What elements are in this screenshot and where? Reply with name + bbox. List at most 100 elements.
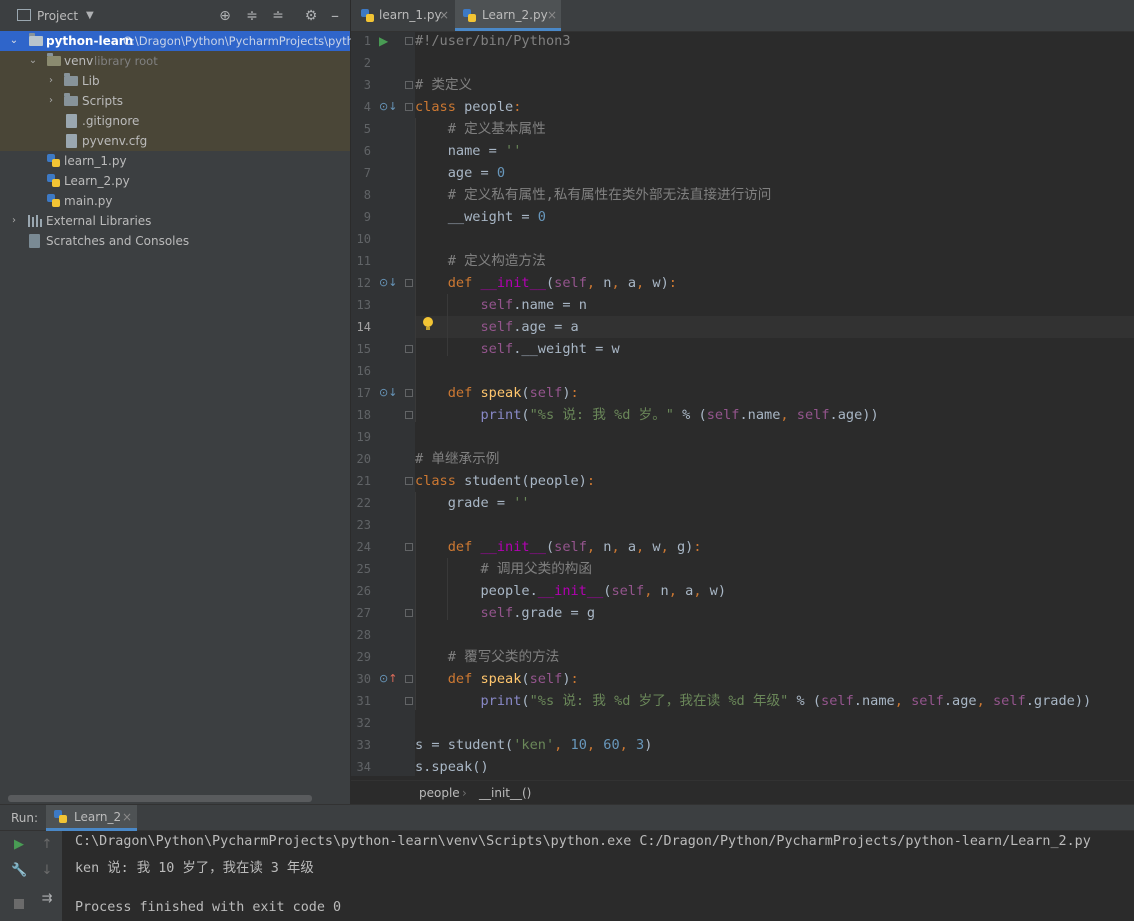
chevron-right-icon[interactable]: › (45, 71, 57, 91)
line-number: 19 (356, 430, 371, 444)
implemented-icon[interactable]: ⊙↓ (379, 100, 397, 113)
code-line[interactable]: print("%s 说: 我 %d 岁。" % (self.name, self… (415, 404, 878, 426)
chevron-right-icon[interactable]: › (8, 211, 20, 231)
code-line[interactable]: # 单继承示例 (415, 448, 499, 470)
code-line[interactable]: grade = '' (415, 492, 530, 514)
code-line[interactable]: print("%s 说: 我 %d 岁了，我在读 %d 年级" % (self.… (415, 690, 1091, 712)
fold-marker-icon[interactable] (405, 37, 413, 45)
code-line[interactable]: # 定义私有属性,私有属性在类外部无法直接进行访问 (415, 184, 772, 206)
tree-item-scratches[interactable]: Scratches and Consoles (0, 231, 350, 251)
collapse-all-icon[interactable]: ≐ (270, 8, 286, 24)
tree-item-lib[interactable]: › Lib (0, 71, 350, 91)
scratches-icon (29, 234, 40, 248)
chevron-down-icon[interactable]: ▼ (86, 10, 94, 21)
run-config-tab[interactable]: Learn_2 × (46, 805, 137, 831)
fold-marker-icon[interactable] (405, 543, 413, 551)
code-line[interactable]: __weight = 0 (415, 206, 546, 228)
code-line[interactable]: def speak(self): (415, 668, 579, 690)
tree-root-python-learn[interactable]: ⌄ python-learn C:\Dragon\Python\PycharmP… (0, 31, 361, 51)
tab-learn-1[interactable]: learn_1.py × (357, 0, 453, 31)
gear-icon[interactable]: ⚙ (303, 8, 319, 24)
chevron-right-icon[interactable]: › (45, 91, 57, 111)
hide-icon[interactable]: – (327, 8, 343, 24)
fold-marker-icon[interactable] (405, 279, 413, 287)
code-line[interactable]: #!/user/bin/Python3 (415, 30, 571, 52)
code-line[interactable]: self.grade = g (415, 602, 595, 624)
tab-learn-2[interactable]: Learn_2.py × (455, 0, 561, 31)
rerun-icon[interactable]: ▶ (11, 837, 27, 853)
expand-all-icon[interactable]: ≑ (244, 8, 260, 24)
code-line[interactable]: # 定义基本属性 (415, 118, 546, 140)
tree-item-venv[interactable]: ⌄ venv library root (0, 51, 350, 71)
chevron-down-icon[interactable]: ⌄ (8, 31, 20, 51)
fold-marker-icon[interactable] (405, 389, 413, 397)
implemented-icon[interactable]: ⊙↓ (379, 276, 397, 289)
run-icon[interactable]: ▶ (379, 34, 388, 48)
line-number: 32 (356, 716, 371, 730)
fold-marker-icon[interactable] (405, 345, 413, 353)
fold-marker-icon[interactable] (405, 609, 413, 617)
implemented-icon[interactable]: ⊙↓ (379, 386, 397, 399)
line-number: 18 (356, 408, 371, 422)
library-icon (28, 215, 42, 227)
fold-marker-icon[interactable] (405, 411, 413, 419)
code-line[interactable]: # 定义构造方法 (415, 250, 546, 272)
excluded-folder-icon (47, 53, 61, 66)
code-line[interactable]: # 调用父类的构函 (415, 558, 592, 580)
fold-marker-icon[interactable] (405, 697, 413, 705)
wrench-icon[interactable]: 🔧 (11, 863, 27, 879)
tree-item-pyvenv[interactable]: pyvenv.cfg (0, 131, 350, 151)
external-libraries-label: External Libraries (46, 214, 152, 228)
code-line[interactable]: class people: (415, 96, 521, 118)
code-line[interactable]: self.age = a (415, 316, 578, 338)
close-icon[interactable]: × (547, 0, 557, 31)
code-line[interactable]: def speak(self): (415, 382, 579, 404)
down-arrow-icon[interactable]: ↓ (39, 863, 55, 879)
tree-item-main[interactable]: main.py (0, 191, 350, 211)
code-line[interactable]: def __init__(self, n, a, w): (415, 272, 677, 294)
tree-item-learn-2[interactable]: Learn_2.py (0, 171, 350, 191)
line-number: 14 (356, 320, 371, 334)
code-line[interactable]: name = '' (415, 140, 522, 162)
project-title[interactable]: Project (37, 9, 78, 23)
scratches-label: Scratches and Consoles (46, 234, 190, 248)
horizontal-scrollbar[interactable] (8, 795, 312, 802)
code-line[interactable]: class student(people): (415, 470, 595, 492)
close-icon[interactable]: × (122, 810, 132, 824)
tab-label: Learn_2.py (482, 8, 548, 22)
python-file-icon (47, 194, 61, 208)
file-label: main.py (64, 194, 113, 208)
line-number: 12 (356, 276, 371, 290)
code-line[interactable]: people.__init__(self, n, a, w) (415, 580, 726, 602)
tree-item-learn-1[interactable]: learn_1.py (0, 151, 350, 171)
console-line: Process finished with exit code 0 (75, 900, 342, 915)
gitignore-label: .gitignore (82, 114, 140, 128)
chevron-down-icon[interactable]: ⌄ (27, 51, 39, 71)
locate-icon[interactable]: ⊕ (217, 8, 233, 24)
code-line[interactable]: # 覆写父类的方法 (415, 646, 560, 668)
tree-item-gitignore[interactable]: .gitignore (0, 111, 350, 131)
close-icon[interactable]: × (439, 0, 449, 31)
tree-item-external-libraries[interactable]: › External Libraries (0, 211, 350, 231)
project-header: Project ▼ ⊕ ≑ ≐ ⚙ – (0, 0, 350, 32)
code-line[interactable]: age = 0 (415, 162, 505, 184)
fold-marker-icon[interactable] (405, 103, 413, 111)
python-file-icon (463, 9, 477, 23)
code-line[interactable]: # 类定义 (415, 74, 472, 96)
up-arrow-icon[interactable]: ↑ (39, 837, 55, 853)
tree-item-scripts[interactable]: › Scripts (0, 91, 350, 111)
override-icon[interactable]: ⊙↑ (379, 672, 397, 685)
soft-wrap-icon[interactable]: ⇉ (39, 891, 55, 907)
fold-marker-icon[interactable] (405, 675, 413, 683)
code-line[interactable]: s.speak() (415, 756, 489, 778)
fold-marker-icon[interactable] (405, 81, 413, 89)
code-line[interactable]: self.name = n (415, 294, 586, 316)
code-line[interactable]: s = student('ken', 10, 60, 3) (415, 734, 652, 756)
fold-marker-icon[interactable] (405, 477, 413, 485)
code-line[interactable]: self.__weight = w (415, 338, 619, 360)
stop-icon[interactable] (14, 899, 24, 909)
breadcrumb-method[interactable]: __init__() (479, 786, 531, 800)
breadcrumb: people › __init__() (351, 780, 1134, 804)
code-line[interactable]: def __init__(self, n, a, w, g): (415, 536, 702, 558)
breadcrumb-class[interactable]: people (419, 786, 460, 800)
